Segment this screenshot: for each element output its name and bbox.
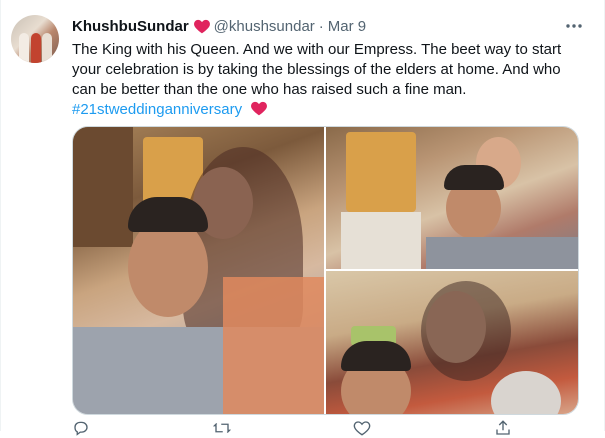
handle[interactable]: @khushsundar [214,18,315,35]
photo-3[interactable] [326,271,578,414]
reply-icon[interactable] [72,419,90,437]
like-icon[interactable] [353,419,371,437]
avatar[interactable] [11,15,59,63]
share-action[interactable] [494,418,512,438]
tweet-header: KhushbuSundar @khushsundar · Mar 9 [72,15,584,37]
share-icon[interactable] [494,419,512,437]
photo-2[interactable] [326,127,578,269]
tweet-actions [72,418,512,438]
more-icon[interactable] [564,16,584,36]
tweet[interactable]: KhushbuSundar @khushsundar · Mar 9 The K… [0,0,605,436]
heart-icon [193,19,210,34]
heart-icon [251,101,268,116]
hashtag-link[interactable]: #21stweddinganniversary [72,101,242,118]
retweet-icon[interactable] [212,419,231,437]
photo-1[interactable] [73,127,324,414]
retweet-action[interactable] [212,418,231,438]
display-name[interactable]: KhushbuSundar [72,18,189,35]
timestamp[interactable]: Mar 9 [328,18,366,35]
reply-action[interactable] [72,418,90,438]
tweet-text: The King with his Queen. And we with our… [72,40,584,120]
media-grid [72,126,579,415]
like-action[interactable] [353,418,371,438]
tweet-body: The King with his Queen. And we with our… [72,41,562,98]
separator: · [318,17,324,35]
